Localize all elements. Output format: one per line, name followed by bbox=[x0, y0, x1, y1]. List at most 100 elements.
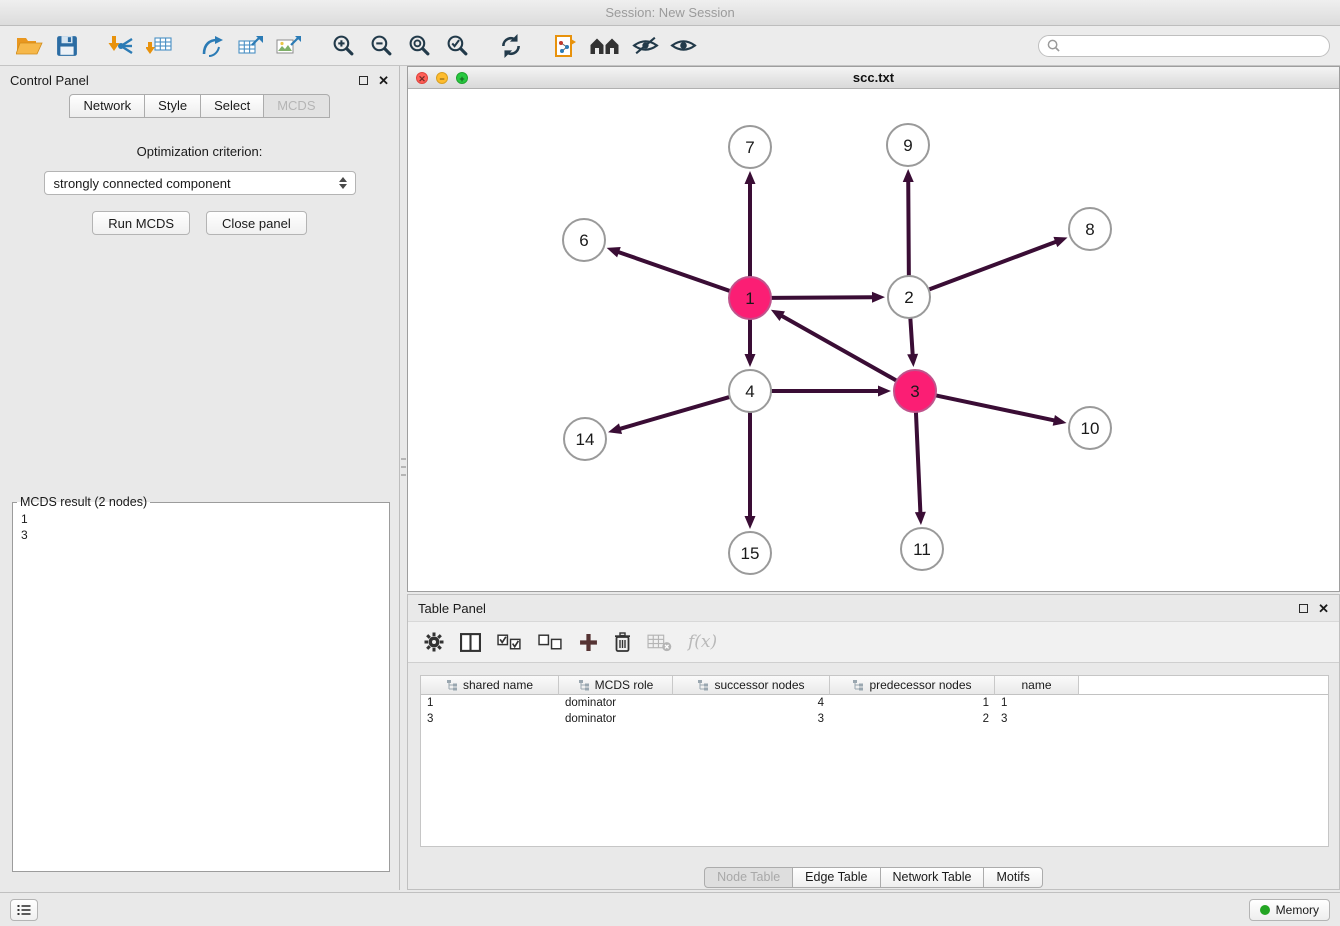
graph-edge-3-10[interactable] bbox=[937, 396, 1054, 421]
graph-edge-arrow-1-7 bbox=[745, 171, 756, 184]
network-canvas[interactable]: 1234678910111415 bbox=[408, 89, 1339, 591]
tab-node-table[interactable]: Node Table bbox=[704, 867, 793, 888]
tab-motifs[interactable]: Motifs bbox=[984, 867, 1042, 888]
import-table-button[interactable] bbox=[140, 30, 178, 62]
function-builder-button[interactable]: f(x) bbox=[688, 632, 717, 652]
close-table-panel-icon[interactable]: ✕ bbox=[1318, 602, 1329, 615]
search-field[interactable] bbox=[1038, 35, 1330, 57]
tab-style[interactable]: Style bbox=[145, 94, 201, 118]
export-network-button[interactable] bbox=[194, 30, 232, 62]
window-minimize-button[interactable]: − bbox=[436, 72, 448, 84]
graph-edge-arrow-3-11 bbox=[915, 512, 926, 525]
cell-mcds-role[interactable]: dominator bbox=[559, 695, 673, 711]
cell-shared-name[interactable]: 1 bbox=[421, 695, 559, 711]
close-panel-icon[interactable]: ✕ bbox=[378, 74, 389, 87]
import-network-button[interactable] bbox=[102, 30, 140, 62]
column-header-name[interactable]: name bbox=[995, 676, 1079, 695]
toggle-graphics-details-button[interactable] bbox=[626, 30, 664, 62]
tab-network[interactable]: Network bbox=[69, 94, 145, 118]
criterion-dropdown[interactable]: strongly connected component bbox=[44, 171, 356, 195]
zoom-fit-icon bbox=[408, 34, 431, 57]
open-session-button[interactable] bbox=[10, 30, 48, 62]
zoom-out-button[interactable] bbox=[362, 30, 400, 62]
panel-splitter[interactable] bbox=[401, 458, 406, 476]
network-file-icon bbox=[554, 34, 577, 58]
cell-shared-name[interactable]: 3 bbox=[421, 711, 559, 727]
dropdown-caret-icon bbox=[339, 177, 347, 189]
export-image-button[interactable] bbox=[270, 30, 308, 62]
column-header-predecessor-nodes[interactable]: predecessor nodes bbox=[830, 676, 995, 695]
deselect-all-columns-button[interactable] bbox=[538, 634, 563, 651]
zoom-in-icon bbox=[332, 34, 355, 57]
gear-icon bbox=[424, 632, 444, 652]
trash-icon bbox=[614, 632, 631, 652]
memory-button[interactable]: Memory bbox=[1249, 899, 1330, 921]
show-hide-button[interactable] bbox=[664, 30, 702, 62]
graph-edge-1-2[interactable] bbox=[772, 297, 872, 298]
graph-node-label-14: 14 bbox=[576, 430, 595, 449]
table-row[interactable]: 3 dominator 3 2 3 bbox=[421, 711, 1328, 727]
cell-predecessor-nodes[interactable]: 2 bbox=[830, 711, 995, 727]
column-label: successor nodes bbox=[714, 678, 804, 692]
zoom-in-button[interactable] bbox=[324, 30, 362, 62]
save-session-button[interactable] bbox=[48, 30, 86, 62]
export-network-icon bbox=[201, 35, 225, 57]
graph-edge-2-9[interactable] bbox=[908, 182, 909, 275]
home-pair-button[interactable] bbox=[584, 30, 626, 62]
close-panel-button[interactable]: Close panel bbox=[206, 211, 307, 235]
network-window: ✕ − + scc.txt 1234678910111415 bbox=[407, 66, 1340, 592]
export-table-button[interactable] bbox=[232, 30, 270, 62]
zoom-selected-button[interactable] bbox=[438, 30, 476, 62]
cell-mcds-role[interactable]: dominator bbox=[559, 711, 673, 727]
float-panel-icon[interactable] bbox=[359, 76, 368, 85]
delete-table-button[interactable] bbox=[647, 633, 672, 652]
cell-name[interactable]: 3 bbox=[995, 711, 1079, 727]
graph-edge-3-1[interactable] bbox=[782, 316, 896, 380]
tab-mcds[interactable]: MCDS bbox=[264, 94, 329, 118]
graph-edge-4-14[interactable] bbox=[621, 397, 729, 429]
cell-successor-nodes[interactable]: 3 bbox=[673, 711, 830, 727]
graph-node-label-15: 15 bbox=[741, 544, 760, 563]
graph-edge-1-6[interactable] bbox=[619, 252, 729, 291]
table-row[interactable]: 1 dominator 4 1 1 bbox=[421, 695, 1328, 711]
task-history-button[interactable] bbox=[10, 899, 38, 921]
table-settings-button[interactable] bbox=[424, 632, 444, 652]
network-window-titlebar[interactable]: ✕ − + scc.txt bbox=[408, 67, 1339, 89]
window-close-button[interactable]: ✕ bbox=[416, 72, 428, 84]
cell-name[interactable]: 1 bbox=[995, 695, 1079, 711]
graph-node-label-6: 6 bbox=[579, 231, 588, 250]
search-input[interactable] bbox=[1066, 39, 1321, 53]
network-file-button[interactable] bbox=[546, 30, 584, 62]
window-zoom-button[interactable]: + bbox=[456, 72, 468, 84]
column-label: predecessor nodes bbox=[869, 678, 971, 692]
show-column-panel-button[interactable] bbox=[460, 633, 481, 652]
tab-select[interactable]: Select bbox=[201, 94, 264, 118]
create-column-button[interactable] bbox=[579, 633, 598, 652]
column-header-mcds-role[interactable]: MCDS role bbox=[559, 676, 673, 695]
cell-successor-nodes[interactable]: 4 bbox=[673, 695, 830, 711]
refresh-icon bbox=[499, 34, 523, 58]
column-header-shared-name[interactable]: shared name bbox=[421, 676, 559, 695]
column-type-icon bbox=[446, 679, 458, 691]
apply-layout-button[interactable] bbox=[492, 30, 530, 62]
delete-column-button[interactable] bbox=[614, 632, 631, 652]
cell-predecessor-nodes[interactable]: 1 bbox=[830, 695, 995, 711]
home-icons bbox=[589, 36, 621, 56]
open-folder-icon bbox=[16, 35, 43, 57]
graph-edge-3-11[interactable] bbox=[916, 413, 920, 512]
run-mcds-button[interactable]: Run MCDS bbox=[92, 211, 190, 235]
zoom-fit-button[interactable] bbox=[400, 30, 438, 62]
eye-icon bbox=[670, 35, 697, 56]
tab-network-table[interactable]: Network Table bbox=[881, 867, 985, 888]
checked-boxes-icon bbox=[497, 634, 522, 651]
status-bar: Memory bbox=[0, 892, 1340, 926]
graph-edge-2-3[interactable] bbox=[910, 319, 912, 354]
float-table-panel-icon[interactable] bbox=[1299, 604, 1308, 613]
graph-node-label-2: 2 bbox=[904, 288, 913, 307]
select-all-columns-button[interactable] bbox=[497, 634, 522, 651]
column-header-successor-nodes[interactable]: successor nodes bbox=[673, 676, 830, 695]
graph-edge-2-8[interactable] bbox=[930, 242, 1056, 289]
table-tabs: Node Table Edge Table Network Table Moti… bbox=[408, 867, 1339, 888]
table-panel-title: Table Panel bbox=[418, 601, 486, 616]
tab-edge-table[interactable]: Edge Table bbox=[793, 867, 880, 888]
